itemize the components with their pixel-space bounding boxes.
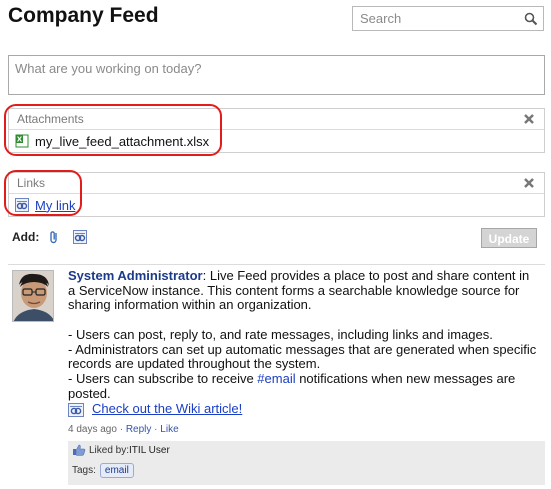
add-link-icon[interactable] xyxy=(73,230,88,244)
post-author[interactable]: System Administrator xyxy=(68,268,203,283)
attachments-panel: Attachments X my_live_feed_attachment.xl… xyxy=(8,108,545,153)
post-meta: 4 days ago · Reply · Like xyxy=(68,423,538,438)
tags-row: Tags: email xyxy=(72,463,541,478)
avatar[interactable] xyxy=(12,270,54,322)
search-icon[interactable] xyxy=(524,12,538,26)
liked-by-row: Liked by: ITIL User xyxy=(72,444,541,456)
excel-file-icon: X xyxy=(15,134,29,148)
liked-by-label: Liked by: xyxy=(89,444,130,456)
search-box[interactable] xyxy=(352,6,544,31)
tags-label: Tags: xyxy=(72,465,96,476)
add-label: Add: xyxy=(12,230,40,244)
like-link[interactable]: Like xyxy=(160,424,178,435)
post-intro: System Administrator: Live Feed provides… xyxy=(68,268,538,313)
avatar-image xyxy=(13,271,53,321)
attachments-header: Attachments xyxy=(9,109,544,130)
post-time: 4 days ago xyxy=(68,424,117,436)
meta-separator: · xyxy=(116,424,126,436)
reply-link[interactable]: Reply xyxy=(126,424,152,435)
add-toolbar: Add: xyxy=(12,230,88,244)
feed-post: System Administrator: Live Feed provides… xyxy=(68,268,538,438)
post-bullet-1: - Users can post, reply to, and rate mes… xyxy=(68,326,493,342)
remove-attachments-icon[interactable] xyxy=(523,113,535,125)
liked-by-user[interactable]: ITIL User xyxy=(129,445,170,456)
search-input[interactable] xyxy=(358,10,518,27)
link-icon xyxy=(68,402,84,417)
link-item[interactable]: My link xyxy=(9,194,544,216)
remove-links-icon[interactable] xyxy=(523,177,535,189)
tag-pill[interactable]: email xyxy=(99,463,134,478)
wiki-link[interactable]: Check out the Wiki article! xyxy=(92,402,242,417)
links-header: Links xyxy=(9,173,544,194)
post-bullet-2: - Administrators can set up automatic me… xyxy=(68,341,537,372)
svg-text:X: X xyxy=(17,136,23,144)
hashtag-link[interactable]: #email xyxy=(257,371,295,386)
links-heading: Links xyxy=(17,176,46,190)
update-button[interactable]: Update xyxy=(481,228,537,248)
attachments-heading: Attachments xyxy=(17,112,84,126)
post-bullet-3-pre: - Users can subscribe to receive xyxy=(68,370,258,386)
link-icon xyxy=(15,198,29,212)
divider xyxy=(8,264,545,265)
wiki-link-row[interactable]: Check out the Wiki article! xyxy=(68,402,538,417)
attachment-filename: my_live_feed_attachment.xlsx xyxy=(35,133,210,149)
thumbs-up-icon xyxy=(73,444,86,456)
meta-separator: · xyxy=(151,424,161,436)
links-panel: Links My link xyxy=(8,172,545,217)
page-title: Company Feed xyxy=(8,4,159,27)
post-footer: Liked by: ITIL User Tags: email xyxy=(68,441,545,485)
paperclip-icon[interactable] xyxy=(47,230,61,244)
status-input[interactable] xyxy=(15,61,538,89)
post-bullet-3: - Users can subscribe to receive #email … xyxy=(68,370,538,401)
attachment-item[interactable]: X my_live_feed_attachment.xlsx xyxy=(9,130,544,152)
status-composer[interactable] xyxy=(8,55,545,95)
link-anchor[interactable]: My link xyxy=(35,198,75,213)
